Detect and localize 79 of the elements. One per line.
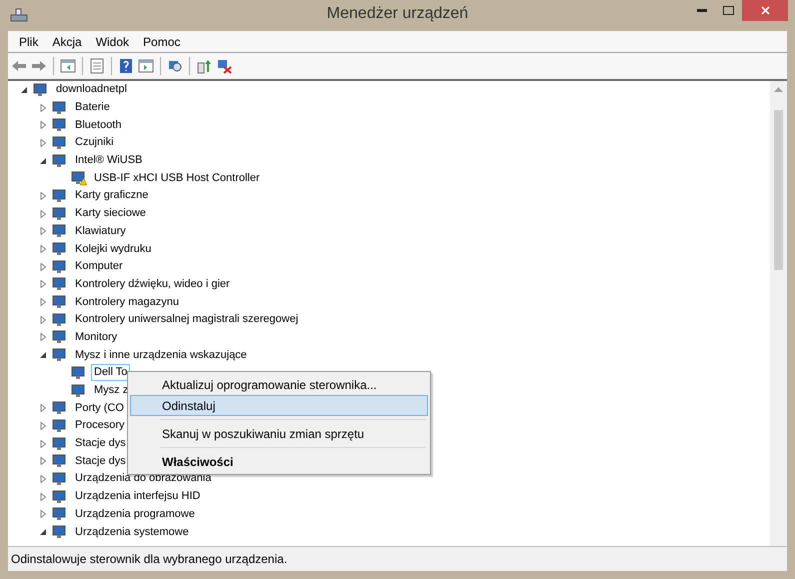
tree-item[interactable]: Kontrolery uniwersalnej magistrali szeregowej bbox=[72, 311, 302, 328]
device-icon bbox=[52, 241, 68, 258]
device-icon bbox=[52, 312, 68, 328]
tree-item[interactable]: Kolejki wydruku bbox=[72, 240, 154, 258]
device-icon bbox=[52, 488, 68, 505]
tree-item[interactable]: Stacje dys bbox=[72, 452, 129, 470]
tree-item[interactable]: Stacje dys bbox=[72, 435, 129, 452]
expand-arrow-icon[interactable] bbox=[40, 156, 47, 165]
device-icon bbox=[52, 258, 68, 275]
scrollbar[interactable] bbox=[770, 81, 787, 546]
close-icon bbox=[760, 6, 770, 15]
menu-item[interactable]: Widok bbox=[88, 34, 136, 48]
device-icon bbox=[52, 134, 68, 151]
device-icon bbox=[52, 206, 68, 222]
device-icon bbox=[52, 418, 68, 434]
tree-item[interactable]: Intel® WiUSB bbox=[72, 152, 146, 170]
tree-item[interactable]: Baterie bbox=[72, 99, 113, 116]
menu-item[interactable]: Plik bbox=[12, 34, 46, 48]
tree-item[interactable]: Urządzenia systemowe bbox=[72, 524, 192, 541]
tree-item[interactable]: Urządzenia interfejsu HID bbox=[72, 488, 204, 506]
tree-item[interactable]: downloadnetpl bbox=[53, 81, 130, 98]
scroll-up-icon[interactable] bbox=[774, 86, 783, 92]
tree-item[interactable]: Komputer bbox=[72, 258, 126, 276]
device-icon bbox=[52, 470, 68, 487]
update-icon[interactable] bbox=[196, 58, 212, 74]
device-icon bbox=[33, 82, 49, 98]
window-title: Menedżer urządzeń bbox=[326, 5, 468, 23]
close-button[interactable] bbox=[742, 0, 788, 21]
tree-item[interactable]: Kontrolery dźwięku, wideo i gier bbox=[72, 276, 233, 293]
panel-icon[interactable] bbox=[60, 58, 76, 74]
device-icon bbox=[52, 329, 68, 346]
tree-item[interactable]: USB-IF xHCI USB Host Controller bbox=[91, 170, 263, 187]
tree-item[interactable]: Porty (CO bbox=[72, 400, 127, 417]
context-menu-item[interactable]: Odinstaluj bbox=[130, 395, 428, 416]
status-text: Odinstalowuje sterownik dla wybranego urządzenia. bbox=[11, 552, 288, 566]
context-menu-item[interactable]: Skanuj w poszukiwaniu zmian sprzętu bbox=[130, 423, 428, 444]
expand-arrow-icon[interactable] bbox=[40, 351, 47, 360]
app-icon bbox=[10, 7, 28, 23]
expand-arrow-icon[interactable] bbox=[21, 86, 28, 94]
device-icon bbox=[52, 436, 68, 452]
tree-item[interactable]: Monitory bbox=[72, 328, 120, 346]
device-icon bbox=[52, 294, 68, 310]
scan-icon[interactable] bbox=[167, 58, 183, 74]
scrollbar-thumb[interactable] bbox=[774, 110, 783, 270]
context-menu-item[interactable]: Właściwości bbox=[130, 451, 428, 472]
device-icon bbox=[52, 506, 68, 522]
device-icon bbox=[52, 453, 68, 470]
tree-item[interactable]: Czujniki bbox=[72, 134, 117, 152]
uninstall-icon[interactable] bbox=[216, 58, 232, 74]
device-icon bbox=[52, 400, 68, 416]
device-icon bbox=[71, 382, 87, 399]
device-icon bbox=[52, 276, 68, 292]
panel-icon[interactable] bbox=[138, 58, 154, 74]
tree-item[interactable]: Urządzenia programowe bbox=[72, 506, 198, 523]
forward-arrow-icon[interactable] bbox=[31, 58, 47, 74]
properties-icon[interactable] bbox=[89, 58, 105, 74]
context-menu-item[interactable]: Aktualizuj oprogramowanie sterownika... bbox=[130, 374, 428, 395]
tree-item[interactable]: Bluetooth bbox=[72, 116, 124, 134]
device-icon bbox=[52, 188, 68, 204]
device-icon bbox=[52, 524, 68, 540]
device-icon bbox=[52, 223, 68, 240]
device-icon bbox=[52, 347, 68, 364]
menu-item[interactable]: Akcja bbox=[45, 34, 89, 48]
device-icon bbox=[52, 152, 68, 169]
tree-item[interactable]: Karty graficzne bbox=[72, 187, 152, 204]
tree-item[interactable]: Klawiatury bbox=[72, 222, 129, 240]
device-icon bbox=[52, 117, 68, 134]
menu-item[interactable]: Pomoc bbox=[136, 34, 188, 48]
device-icon bbox=[52, 100, 68, 116]
expand-arrow-icon[interactable] bbox=[40, 528, 47, 536]
minimize-icon bbox=[696, 9, 706, 12]
tree-item[interactable]: Mysz i inne urządzenia wskazujące bbox=[72, 346, 250, 364]
tree-item[interactable]: Procesory bbox=[72, 417, 128, 434]
tree-item[interactable]: Karty sieciowe bbox=[72, 205, 149, 222]
maximize-icon bbox=[723, 6, 734, 15]
tree-item[interactable]: Kontrolery magazynu bbox=[72, 294, 182, 311]
device-icon bbox=[71, 364, 87, 381]
help-icon[interactable] bbox=[118, 58, 134, 74]
back-arrow-icon[interactable] bbox=[11, 58, 27, 74]
